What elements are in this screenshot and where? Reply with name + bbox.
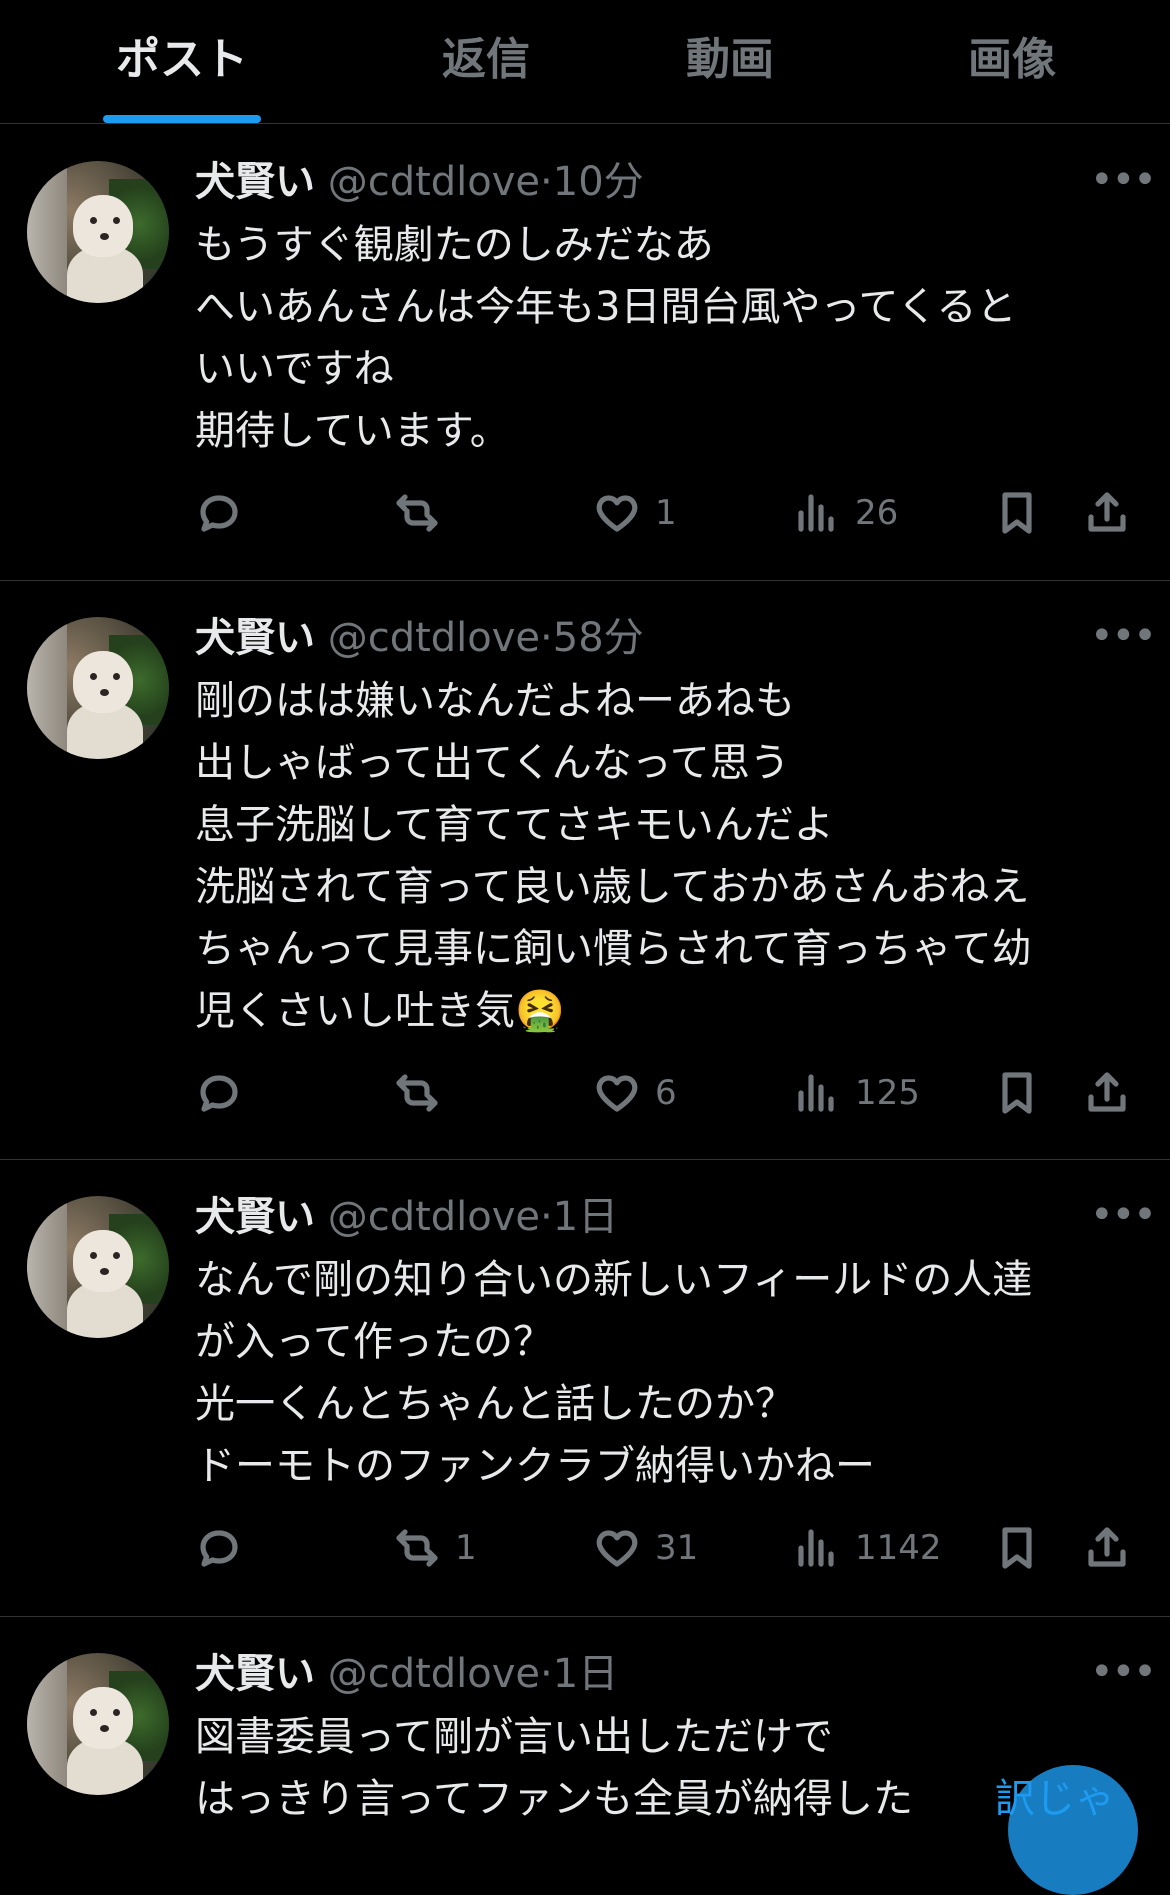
retweet-button[interactable] (393, 1063, 455, 1123)
tab-replies[interactable]: 返信 (420, 30, 552, 90)
post-time[interactable]: 1日 (553, 1194, 618, 1240)
reply-bubble-icon (200, 1075, 238, 1112)
tab-videos[interactable]: 動画 (664, 30, 796, 90)
post-time[interactable]: 1日 (553, 1651, 618, 1697)
reply-bubble-icon (200, 495, 238, 532)
separator-dot: · (540, 1651, 553, 1697)
share-upload-icon (1088, 492, 1126, 532)
retweet-count: 1 (455, 1528, 477, 1568)
heart-icon (596, 1530, 638, 1567)
post-text: もうすぐ観劇たのしみだなあ へいあんさんは今年も3日間台風やってくると いいです… (195, 222, 1017, 454)
views-bar-chart-icon (798, 1074, 834, 1112)
separator-dot: · (540, 1194, 553, 1240)
share-upload-icon (1088, 1072, 1126, 1112)
view-count: 125 (855, 1073, 920, 1113)
profile-tabs: ポスト 返信 動画 画像 (0, 0, 1170, 124)
like-count: 6 (655, 1073, 677, 1113)
more-dots-icon[interactable]: ••• (1090, 1652, 1157, 1692)
bookmark-button[interactable] (993, 1518, 1041, 1578)
retweet-button[interactable]: 1 (393, 1518, 477, 1578)
retweet-icon (396, 1074, 438, 1112)
views-bar-chart-icon (798, 1529, 834, 1567)
like-count: 1 (655, 493, 677, 533)
avatar[interactable] (27, 617, 169, 759)
post-item[interactable]: 犬賢い @cdtdlove·10分 ••• もうすぐ観劇たのしみだなあ へいあん… (0, 124, 1170, 581)
display-name[interactable]: 犬賢い (195, 1194, 315, 1240)
post-header: 犬賢い @cdtdlove·1日 (195, 1189, 618, 1245)
post-actions: 1 31 1142 (195, 1518, 1145, 1578)
user-handle[interactable]: @cdtdlove (328, 159, 540, 205)
like-button[interactable]: 1 (593, 483, 677, 543)
reply-button[interactable] (195, 1063, 257, 1123)
active-tab-indicator (103, 115, 261, 123)
more-dots-icon[interactable]: ••• (1090, 616, 1157, 656)
more-dots-icon[interactable]: ••• (1090, 160, 1157, 200)
view-count: 1142 (855, 1528, 942, 1568)
post-actions: 1 26 (195, 483, 1145, 543)
heart-icon (596, 1075, 638, 1112)
post-actions: 6 125 (195, 1063, 1145, 1123)
retweet-icon (396, 494, 438, 532)
retweet-icon (396, 1529, 438, 1567)
separator-dot: · (540, 615, 553, 661)
display-name[interactable]: 犬賢い (195, 159, 315, 205)
like-button[interactable]: 31 (593, 1518, 698, 1578)
display-name[interactable]: 犬賢い (195, 615, 315, 661)
share-button[interactable] (1083, 1063, 1131, 1123)
views-bar-chart-icon (798, 494, 834, 532)
avatar[interactable] (27, 1196, 169, 1338)
post-header: 犬賢い @cdtdlove·10分 (195, 154, 644, 210)
views-button[interactable]: 1142 (793, 1518, 942, 1578)
share-button[interactable] (1083, 483, 1131, 543)
bookmark-icon (1002, 1527, 1032, 1569)
user-handle[interactable]: @cdtdlove (328, 615, 540, 661)
post-header: 犬賢い @cdtdlove·58分 (195, 610, 644, 666)
like-button[interactable]: 6 (593, 1063, 677, 1123)
user-handle[interactable]: @cdtdlove (328, 1651, 540, 1697)
post-header: 犬賢い @cdtdlove·1日 (195, 1646, 618, 1702)
avatar[interactable] (27, 1653, 169, 1795)
views-button[interactable]: 26 (793, 483, 898, 543)
bookmark-icon (1002, 1072, 1032, 1114)
reply-button[interactable] (195, 483, 257, 543)
avatar[interactable] (27, 161, 169, 303)
tab-images[interactable]: 画像 (946, 30, 1078, 90)
user-handle[interactable]: @cdtdlove (328, 1194, 540, 1240)
display-name[interactable]: 犬賢い (195, 1651, 315, 1697)
like-count: 31 (655, 1528, 699, 1568)
reply-button[interactable] (195, 1518, 257, 1578)
separator-dot: · (540, 159, 553, 205)
bookmark-icon (1002, 492, 1032, 534)
reply-bubble-icon (200, 1530, 238, 1567)
bookmark-button[interactable] (993, 483, 1041, 543)
heart-icon (596, 495, 638, 532)
post-text: 剛のはは嫌いなんだよねーあねも 出しゃばって出てくんなって思う 息子洗脳して育て… (195, 678, 1032, 1034)
retweet-button[interactable] (393, 483, 455, 543)
views-button[interactable]: 125 (793, 1063, 920, 1123)
post-time[interactable]: 10分 (553, 159, 644, 205)
post-item[interactable]: 犬賢い @cdtdlove·58分 ••• 剛のはは嫌いなんだよねーあねも 出し… (0, 581, 1170, 1160)
share-button[interactable] (1083, 1518, 1131, 1578)
share-upload-icon (1088, 1527, 1126, 1567)
post-text: なんで剛の知り合いの新しいフィールドの人達 が入って作ったの？ 光一くんとちゃん… (195, 1257, 1033, 1489)
overlay-text: 訳じゃ (995, 1776, 1115, 1822)
post-item[interactable]: 犬賢い @cdtdlove·1日 ••• なんで剛の知り合いの新しいフィールドの… (0, 1160, 1170, 1617)
view-count: 26 (855, 493, 899, 533)
tab-posts[interactable]: ポスト (96, 30, 268, 90)
more-dots-icon[interactable]: ••• (1090, 1195, 1157, 1235)
bookmark-button[interactable] (993, 1063, 1041, 1123)
post-time[interactable]: 58分 (553, 615, 644, 661)
